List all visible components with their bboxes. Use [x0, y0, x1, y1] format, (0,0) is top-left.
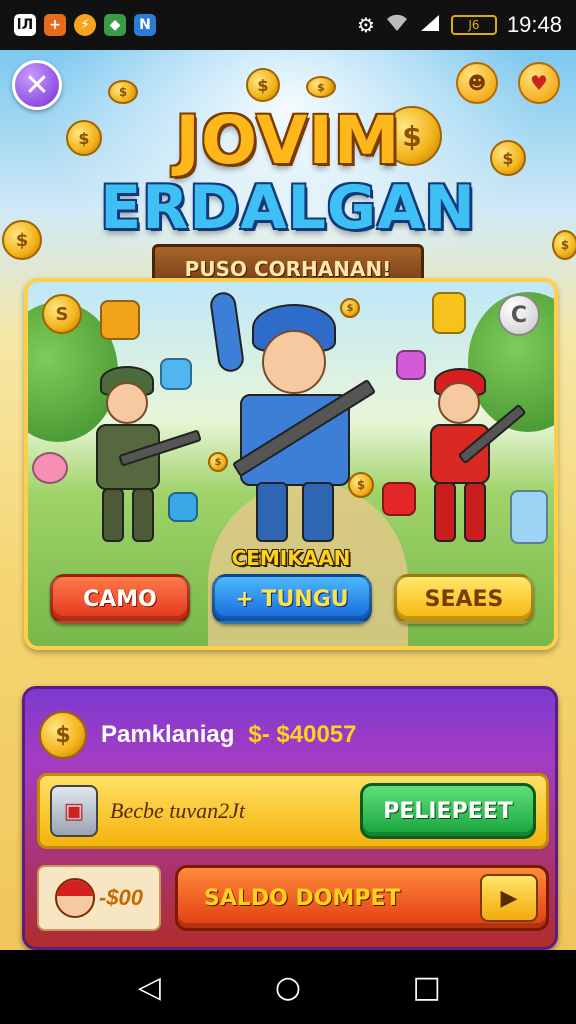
mask-icon: ☻	[467, 72, 487, 94]
wallet-title: Pamklaniag	[101, 721, 235, 748]
red-gem-icon	[382, 482, 416, 516]
reward-row: ▣ Becbe tuvan2Jt PELIEPEET	[37, 773, 549, 849]
soldier-red-character	[412, 368, 527, 558]
soldier-blue-hero-character	[204, 290, 384, 542]
character-menu-button[interactable]: ☻	[456, 62, 498, 104]
gold-box-icon	[432, 292, 466, 334]
scene-caption: CEMIKAAN	[231, 546, 351, 570]
plus-icon: +	[44, 14, 66, 36]
avatar	[54, 878, 95, 918]
lightning-icon: ⚡	[74, 14, 96, 36]
coin-icon: $	[39, 711, 87, 759]
navigation-bar: ◁ ○ □	[0, 950, 576, 1024]
coin-badge-icon: S	[42, 294, 82, 334]
system-indicators: ⚙ J6 19:48	[357, 12, 562, 38]
camo-button[interactable]: CAMO	[50, 574, 190, 624]
wifi-icon	[385, 13, 409, 38]
hero-scene: S C $ $ $ CEMIKAAN CAMO + TUNGU SEAES	[24, 278, 558, 650]
soldier-green-character	[78, 366, 202, 556]
reward-row-text: Becbe tuvan2Jt	[110, 798, 245, 823]
settings-gear-icon: ⚙	[357, 13, 375, 37]
app-icon-n: N	[134, 14, 156, 36]
claim-button[interactable]: PELIEPEET	[360, 783, 536, 839]
heart-icon: ♥	[530, 71, 548, 95]
notification-icons: lЛ + ⚡ ◆ N	[14, 14, 156, 36]
signal-icon	[419, 13, 441, 38]
player-balance-card[interactable]: -$00	[37, 865, 161, 931]
player-balance-value: -$00	[98, 885, 144, 910]
wallet-panel: $ Pamklaniag $- $40057 ▣ Becbe tuvan2Jt …	[22, 686, 558, 950]
play-icon[interactable]: ▶	[480, 874, 538, 922]
logo-title-line2: ERDALGAN	[100, 173, 476, 243]
game-logo: JOVIM ERDALGAN PUSO CORHANAN!	[0, 108, 576, 294]
coin-icon: $	[108, 80, 138, 104]
app-icon-lw: lЛ	[14, 14, 36, 36]
status-bar: lЛ + ⚡ ◆ N ⚙ J6 19:48	[0, 0, 576, 50]
battery-indicator: J6	[450, 15, 497, 35]
robot-icon: ▣	[50, 785, 98, 837]
wallet-amount: $- $40057	[248, 721, 357, 748]
pink-pig-icon	[32, 452, 68, 484]
home-button[interactable]: ○	[263, 962, 313, 1012]
tungu-button[interactable]: + TUNGU	[212, 574, 372, 624]
treasure-gem-icon	[100, 300, 140, 340]
clock: 19:48	[506, 12, 562, 37]
balance-row: -$00 SALDO DOMPET ▶	[37, 865, 549, 935]
refresh-button[interactable]: C	[498, 294, 540, 336]
favorite-button[interactable]: ♥	[518, 62, 560, 104]
saldo-dompet-button[interactable]: SALDO DOMPET ▶	[175, 865, 549, 931]
game-screen: $ $ $ $ $ $ $ $ ✕ ☻ ♥ JOVIM ERDALGAN PUS…	[0, 50, 576, 950]
cube-icon: ◆	[104, 14, 126, 36]
recent-apps-button[interactable]: □	[402, 962, 452, 1012]
saldo-dompet-label: SALDO DOMPET	[204, 885, 401, 911]
seaes-button[interactable]: SEAES	[394, 574, 534, 624]
wallet-header: $ Pamklaniag $- $40057	[39, 707, 545, 763]
back-button[interactable]: ◁	[124, 962, 174, 1012]
logo-title-line1: JOVIM	[175, 102, 401, 179]
coin-icon: $	[246, 68, 280, 102]
coin-icon: $	[306, 76, 336, 98]
red-cap-icon	[56, 880, 93, 896]
close-button[interactable]: ✕	[12, 60, 62, 110]
